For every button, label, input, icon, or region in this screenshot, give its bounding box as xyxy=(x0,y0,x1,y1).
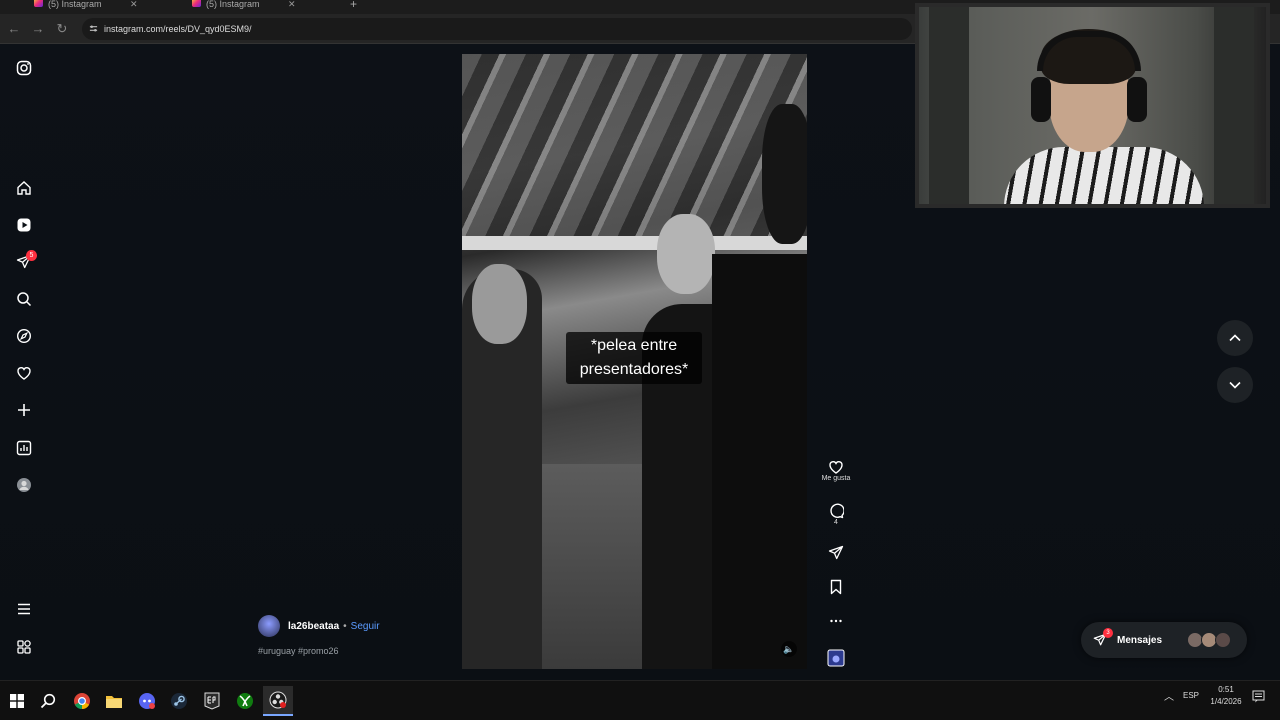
messages-badge: 5 xyxy=(26,250,37,261)
webcam-person-body xyxy=(1004,147,1204,204)
obs-icon[interactable] xyxy=(263,686,293,716)
clock-date: 1/4/2026 xyxy=(1210,697,1242,706)
language-indicator[interactable]: ESP xyxy=(1183,691,1199,700)
share-button[interactable] xyxy=(816,545,856,561)
reel-video[interactable]: *pelea entre presentadores* 🔈 xyxy=(462,54,807,669)
browser-tab-active[interactable]: (5) Instagram ✕ xyxy=(188,0,296,10)
heart-icon xyxy=(829,461,843,474)
follow-button[interactable]: Seguir xyxy=(351,621,380,632)
share-icon xyxy=(828,545,844,560)
instagram-logo-icon[interactable] xyxy=(14,58,34,78)
messages-pill[interactable]: 3 Mensajes xyxy=(1081,622,1247,658)
video-caption: *pelea entre presentadores* xyxy=(566,332,702,384)
windows-start-icon[interactable] xyxy=(2,686,32,716)
clock[interactable]: 0:51 1/4/2026 xyxy=(1206,685,1246,706)
url-text: instagram.com/reels/DV_qyd0ESM9/ xyxy=(104,24,252,34)
xbox-icon[interactable] xyxy=(230,686,260,716)
save-button[interactable] xyxy=(816,579,856,595)
audio-thumbnail[interactable] xyxy=(816,649,856,667)
comment-icon xyxy=(830,503,844,519)
tray-chevron-up-icon[interactable]: ︿ xyxy=(1164,688,1174,703)
avatar xyxy=(1215,632,1231,648)
close-tab-icon[interactable]: ✕ xyxy=(288,0,296,9)
video-person-center-head xyxy=(657,214,715,294)
site-info-icon[interactable] xyxy=(89,24,98,33)
forward-icon[interactable]: → xyxy=(30,21,46,37)
chevron-down-icon xyxy=(1229,381,1241,389)
file-explorer-icon[interactable] xyxy=(99,686,129,716)
reel-author: la26beataa • Seguir xyxy=(258,614,380,638)
home-icon[interactable] xyxy=(14,178,34,198)
message-avatars xyxy=(1187,632,1233,648)
discord-icon[interactable] xyxy=(132,686,162,716)
webcam-door-left xyxy=(929,7,969,204)
address-bar[interactable]: instagram.com/reels/DV_qyd0ESM9/ xyxy=(82,18,912,40)
instagram-favicon-icon xyxy=(192,0,201,7)
explore-icon[interactable] xyxy=(14,326,34,346)
chevron-up-icon xyxy=(1229,334,1241,342)
video-wall xyxy=(462,236,807,250)
video-person-right-head xyxy=(762,104,807,244)
more-options-button[interactable] xyxy=(816,613,856,629)
previous-reel-button[interactable] xyxy=(1217,320,1253,356)
notification-center-icon[interactable] xyxy=(1252,690,1265,705)
like-label: Me gusta xyxy=(821,475,851,482)
video-ceiling xyxy=(462,54,807,244)
messages-pill-badge: 3 xyxy=(1103,628,1113,638)
clock-time: 0:51 xyxy=(1218,685,1234,694)
new-tab-button[interactable]: + xyxy=(350,0,357,11)
steam-icon[interactable] xyxy=(164,686,194,716)
search-icon[interactable] xyxy=(14,289,34,309)
create-plus-icon[interactable] xyxy=(14,400,34,420)
close-tab-icon[interactable]: ✕ xyxy=(130,0,138,9)
instagram-favicon-icon xyxy=(34,0,43,7)
back-icon[interactable]: ← xyxy=(6,21,22,37)
audio-cover-icon xyxy=(827,649,845,667)
browser-tab[interactable]: (5) Instagram ✕ xyxy=(30,0,138,10)
headphones-left xyxy=(1031,77,1051,122)
taskbar: ︿ ESP 0:51 1/4/2026 xyxy=(0,680,1280,720)
also-from-meta-icon[interactable] xyxy=(14,637,34,657)
webcam-door-right xyxy=(1214,7,1254,204)
comment-button[interactable]: 4 xyxy=(816,503,856,526)
video-person-right xyxy=(712,254,807,669)
profile-avatar-icon[interactable] xyxy=(14,475,34,495)
epic-games-icon[interactable] xyxy=(197,686,227,716)
webcam-overlay xyxy=(915,3,1270,208)
sidebar: 5 xyxy=(0,44,48,680)
notifications-heart-icon[interactable] xyxy=(14,363,34,383)
tab-title: (5) Instagram xyxy=(206,0,260,9)
comment-count: 4 xyxy=(834,519,838,526)
like-button[interactable]: Me gusta xyxy=(816,459,856,482)
chrome-icon[interactable] xyxy=(67,686,97,716)
reels-icon[interactable] xyxy=(14,215,34,235)
author-separator: • xyxy=(343,620,347,632)
headphones-right xyxy=(1127,77,1147,122)
ellipsis-icon xyxy=(830,619,842,623)
author-username[interactable]: la26beataa xyxy=(288,621,339,632)
dashboard-icon[interactable] xyxy=(14,438,34,458)
reel-hashtags[interactable]: #uruguay #promo26 xyxy=(258,646,339,656)
author-avatar[interactable] xyxy=(258,615,280,637)
next-reel-button[interactable] xyxy=(1217,367,1253,403)
bookmark-icon xyxy=(830,579,842,595)
tab-title: (5) Instagram xyxy=(48,0,102,9)
messages-label: Mensajes xyxy=(1117,634,1163,646)
reload-icon[interactable]: ↻ xyxy=(54,21,70,37)
mute-button[interactable]: 🔈 xyxy=(781,641,797,657)
search-icon[interactable] xyxy=(33,686,63,716)
more-menu-icon[interactable] xyxy=(14,599,34,619)
video-person-left-head xyxy=(472,264,527,344)
